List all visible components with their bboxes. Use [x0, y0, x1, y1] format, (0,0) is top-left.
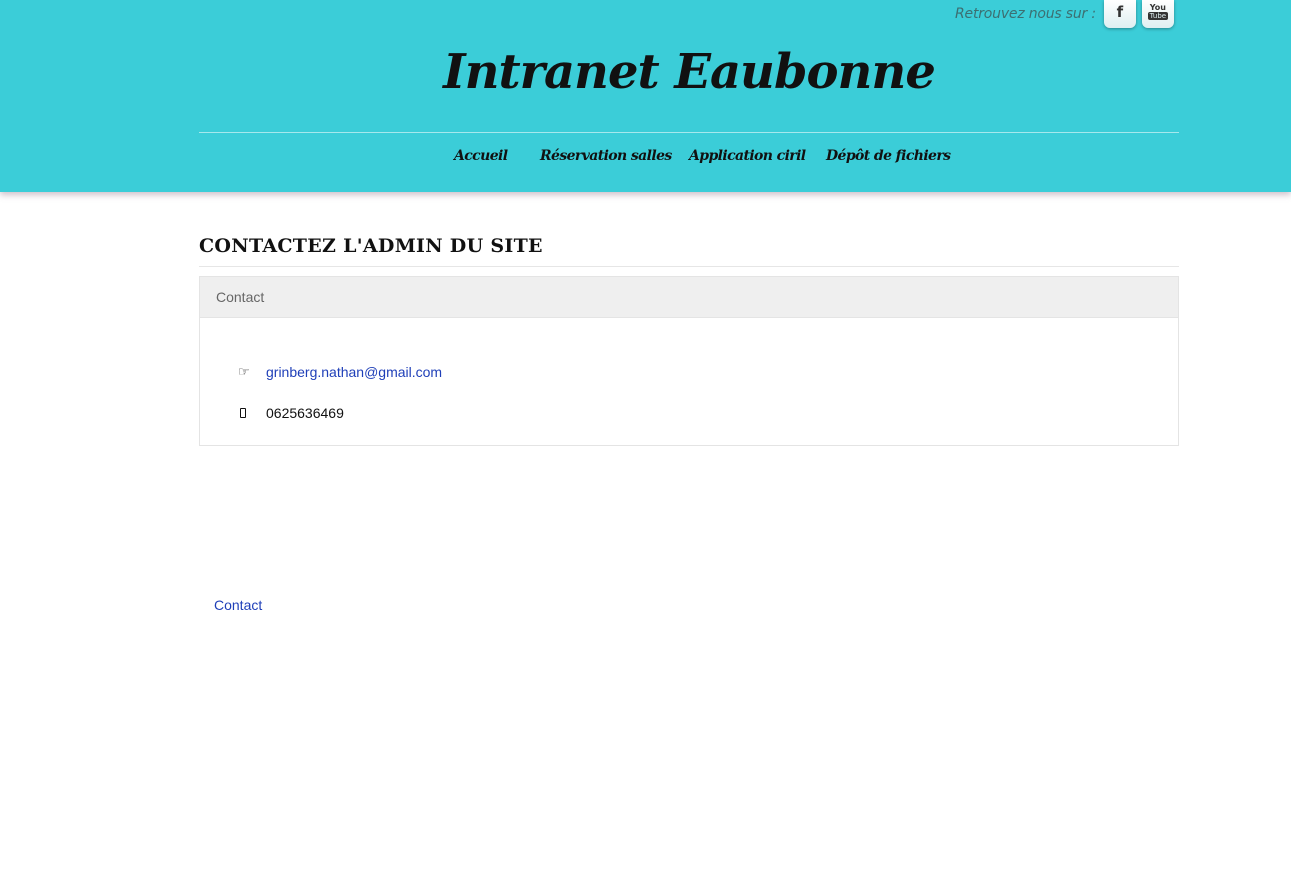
- nav-item-depot-fichiers[interactable]: Dépôt de fichiers: [826, 148, 951, 164]
- facebook-icon: f: [1116, 3, 1124, 21]
- main-nav: Accueil Réservation salles Application c…: [0, 148, 1291, 172]
- email-link[interactable]: grinberg.nathan@gmail.com: [266, 364, 442, 380]
- social-label: Retrouvez nous sur :: [955, 6, 1096, 22]
- header-divider: [199, 132, 1179, 133]
- phone-number: 0625636469: [266, 405, 344, 421]
- youtube-button[interactable]: You Tube: [1141, 0, 1174, 28]
- mobile-phone-icon: [238, 406, 266, 421]
- site-title[interactable]: Intranet Eaubonne: [0, 44, 1291, 100]
- nav-item-accueil[interactable]: Accueil: [454, 148, 508, 164]
- nav-item-application-ciril[interactable]: Application ciril: [689, 148, 806, 164]
- site-header: Retrouvez nous sur : f You Tube Intranet…: [0, 0, 1291, 192]
- contact-panel: Contact ☞ grinberg.nathan@gmail.com 0625…: [199, 276, 1179, 446]
- title-divider: [199, 266, 1179, 267]
- youtube-icon: You Tube: [1147, 2, 1169, 20]
- page-title: CONTACTEZ L'ADMIN DU SITE: [199, 235, 543, 257]
- nav-item-reservation-salles[interactable]: Réservation salles: [540, 148, 672, 164]
- social-bar: Retrouvez nous sur : f You Tube: [955, 0, 1180, 30]
- hand-pointer-icon: ☞: [238, 364, 250, 379]
- panel-title: Contact: [200, 277, 1178, 318]
- footer-contact-link[interactable]: Contact: [214, 597, 262, 613]
- phone-row: 0625636469: [238, 405, 344, 421]
- email-row: ☞ grinberg.nathan@gmail.com: [238, 364, 442, 380]
- facebook-button[interactable]: f: [1103, 0, 1136, 28]
